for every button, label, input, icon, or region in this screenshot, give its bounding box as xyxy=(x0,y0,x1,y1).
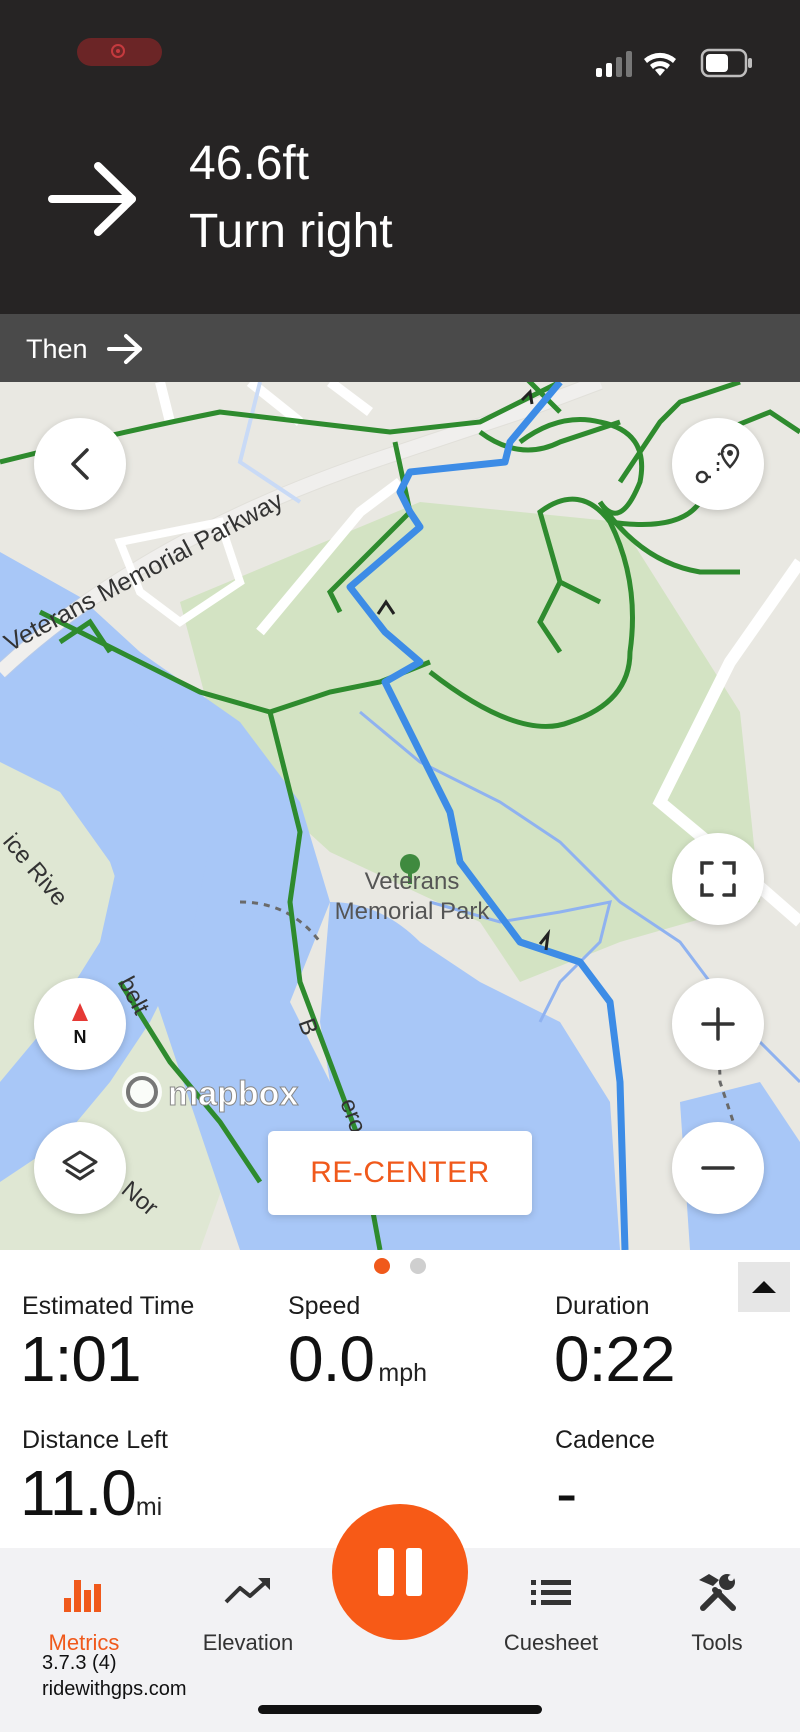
speed-value: 0.0 xyxy=(288,1323,375,1395)
duration-value: 0:22 xyxy=(554,1323,676,1395)
home-indicator[interactable] xyxy=(258,1705,542,1714)
estimated-time-label: Estimated Time xyxy=(22,1292,195,1320)
tab-tools-label: Tools xyxy=(691,1630,743,1655)
tools-icon xyxy=(699,1574,736,1611)
expand-metrics-button[interactable] xyxy=(738,1262,790,1312)
route-pin-icon xyxy=(695,443,740,484)
layers-icon xyxy=(62,1150,98,1181)
recenter-button[interactable]: RE-CENTER xyxy=(268,1131,532,1215)
pause-icon xyxy=(378,1548,422,1596)
map-layers-button[interactable] xyxy=(34,1122,126,1214)
triangle-up-icon xyxy=(752,1281,776,1293)
svg-text:N: N xyxy=(74,1027,87,1047)
cadence-value: - xyxy=(556,1457,577,1529)
speed-metric: 0.0 mph xyxy=(288,1322,427,1396)
map-view[interactable]: Veterans Memorial Park Veterans Memorial… xyxy=(0,382,800,1250)
duration-label: Duration xyxy=(555,1292,650,1320)
fullscreen-button[interactable] xyxy=(672,833,764,925)
zoom-in-button[interactable] xyxy=(672,978,764,1070)
cellular-signal-icon xyxy=(596,51,632,77)
wifi-icon xyxy=(644,52,676,76)
cadence-label: Cadence xyxy=(555,1426,656,1454)
speed-label: Speed xyxy=(288,1292,361,1320)
arrow-right-icon xyxy=(48,162,136,236)
estimated-time-value: 1:01 xyxy=(20,1323,142,1395)
tab-cuesheet[interactable]: Cuesheet xyxy=(481,1572,621,1655)
maneuver-instruction: Turn right xyxy=(189,205,393,258)
expand-icon xyxy=(700,861,736,897)
map-canvas[interactable]: Veterans Memorial Park Veterans Memorial… xyxy=(0,382,800,1250)
plus-icon xyxy=(701,1007,735,1041)
distance-left-label: Distance Left xyxy=(22,1426,168,1454)
tab-cuesheet-label: Cuesheet xyxy=(503,1630,599,1655)
minus-icon xyxy=(701,1166,735,1170)
route-overview-button[interactable] xyxy=(672,418,764,510)
pause-button[interactable] xyxy=(332,1504,468,1640)
trending-up-icon xyxy=(224,1578,270,1604)
chevron-left-icon xyxy=(71,448,89,480)
zoom-out-button[interactable] xyxy=(672,1122,764,1214)
back-button[interactable] xyxy=(34,418,126,510)
tab-tools[interactable]: Tools xyxy=(647,1572,787,1655)
then-label: Then xyxy=(26,334,88,364)
park-label-line2: Memorial Park xyxy=(335,898,491,925)
park-label-line1: Veterans xyxy=(365,868,460,895)
compass-button[interactable]: N xyxy=(34,978,126,1070)
maneuver-distance: 46.6ft xyxy=(189,137,310,190)
distance-left-unit: mi xyxy=(135,1493,163,1521)
svg-text:mapbox: mapbox xyxy=(168,1075,298,1113)
list-icon xyxy=(531,1580,571,1605)
tab-elevation-label: Elevation xyxy=(202,1630,294,1655)
mapbox-logo: mapbox xyxy=(122,1072,299,1114)
screen-record-icon xyxy=(111,44,125,58)
app-version: 3.7.3 (4) xyxy=(42,1652,117,1674)
site-text: ridewithgps.com xyxy=(42,1678,187,1700)
tab-metrics[interactable]: Metrics xyxy=(14,1572,154,1655)
speed-unit: mph xyxy=(378,1359,428,1387)
tab-elevation[interactable]: Elevation xyxy=(178,1572,318,1655)
distance-left-value: 11.0 xyxy=(20,1457,137,1529)
battery-icon xyxy=(700,48,752,78)
compass-icon: N xyxy=(72,1003,88,1047)
distance-left-metric: 11.0mi xyxy=(20,1456,162,1530)
then-arrow-right-icon xyxy=(107,334,142,364)
page-indicator-dot-active[interactable] xyxy=(374,1258,390,1274)
bar-chart-icon xyxy=(64,1580,101,1612)
page-indicator-dot[interactable] xyxy=(410,1258,426,1274)
status-icons xyxy=(596,48,752,78)
